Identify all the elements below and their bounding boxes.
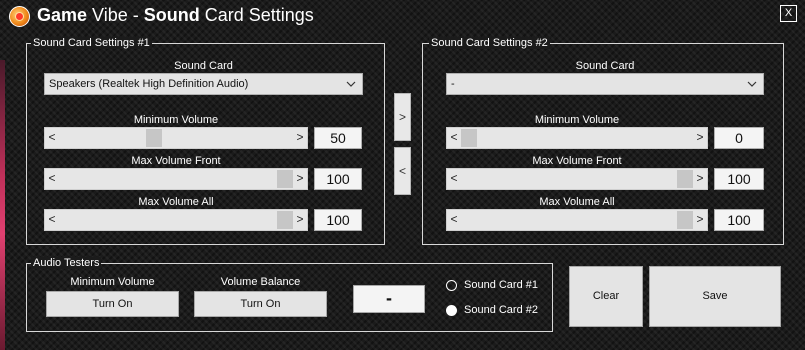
max-volume-all-slider-1[interactable]: < > — [44, 209, 308, 231]
window-edge-strip — [0, 60, 5, 350]
tester-dash-button[interactable]: - — [353, 285, 425, 313]
slider-right-arrow-icon[interactable]: > — [293, 169, 307, 189]
sound-card-select-1[interactable]: Speakers (Realtek High Definition Audio) — [44, 73, 363, 95]
max-volume-front-value-1[interactable]: 100 — [314, 168, 362, 190]
sound-card-select-1-value: Speakers (Realtek High Definition Audio) — [49, 78, 249, 90]
slider-thumb[interactable] — [277, 211, 293, 229]
slider-thumb[interactable] — [277, 170, 293, 188]
chevron-down-icon — [346, 74, 356, 102]
max-volume-front-label-1: Max Volume Front — [131, 155, 221, 167]
close-button[interactable]: X — [780, 5, 797, 22]
min-volume-turn-on-button[interactable]: Turn On — [46, 291, 179, 317]
tester-min-volume-label: Minimum Volume — [70, 276, 155, 288]
max-volume-front-slider-2[interactable]: < > — [446, 168, 708, 190]
sound-card-label-2: Sound Card — [575, 60, 635, 72]
min-volume-label-1: Minimum Volume — [133, 114, 219, 126]
window-title: Game Vibe - Sound Card Settings — [37, 5, 314, 25]
tester-volume-balance-label: Volume Balance — [220, 276, 301, 288]
min-volume-slider-1[interactable]: < > — [44, 127, 308, 149]
slider-left-arrow-icon[interactable]: < — [45, 169, 59, 189]
sound-card-select-2-value: - — [451, 78, 455, 90]
clear-button[interactable]: Clear — [569, 266, 643, 327]
slider-thumb[interactable] — [461, 129, 477, 147]
min-volume-slider-2[interactable]: < > — [446, 127, 708, 149]
slider-left-arrow-icon[interactable]: < — [45, 210, 59, 230]
sound-card-1-radio[interactable] — [446, 280, 457, 291]
slider-left-arrow-icon[interactable]: < — [447, 210, 461, 230]
sound-card-1-radio-label[interactable]: Sound Card #1 — [464, 279, 538, 291]
max-volume-all-slider-2[interactable]: < > — [446, 209, 708, 231]
slider-right-arrow-icon[interactable]: > — [693, 128, 707, 148]
slider-thumb[interactable] — [677, 170, 693, 188]
sound-card-select-2[interactable]: - — [446, 73, 764, 95]
slider-thumb[interactable] — [146, 129, 162, 147]
slider-right-arrow-icon[interactable]: > — [293, 128, 307, 148]
max-volume-all-value-1[interactable]: 100 — [314, 209, 362, 231]
max-volume-front-label-2: Max Volume Front — [532, 155, 622, 167]
slider-right-arrow-icon[interactable]: > — [693, 169, 707, 189]
audio-testers-title: Audio Testers — [31, 257, 102, 269]
copy-right-button[interactable]: > — [394, 93, 411, 141]
group-title-2: Sound Card Settings #2 — [429, 37, 550, 49]
min-volume-value-1[interactable]: 50 — [314, 127, 362, 149]
max-volume-front-slider-1[interactable]: < > — [44, 168, 308, 190]
sound-card-label-1: Sound Card — [174, 60, 233, 72]
save-button[interactable]: Save — [649, 266, 781, 327]
copy-left-button[interactable]: < — [394, 147, 411, 195]
max-volume-all-label-2: Max Volume All — [539, 196, 615, 208]
min-volume-label-2: Minimum Volume — [534, 114, 620, 126]
sound-card-2-radio-label[interactable]: Sound Card #2 — [464, 304, 538, 316]
sound-card-2-radio[interactable] — [446, 305, 457, 316]
slider-thumb[interactable] — [677, 211, 693, 229]
min-volume-value-2[interactable]: 0 — [714, 127, 764, 149]
slider-right-arrow-icon[interactable]: > — [293, 210, 307, 230]
max-volume-front-value-2[interactable]: 100 — [714, 168, 764, 190]
chevron-down-icon — [747, 74, 757, 102]
volume-balance-turn-on-button[interactable]: Turn On — [194, 291, 327, 317]
slider-right-arrow-icon[interactable]: > — [693, 210, 707, 230]
group-title-1: Sound Card Settings #1 — [31, 37, 152, 49]
slider-left-arrow-icon[interactable]: < — [45, 128, 59, 148]
slider-left-arrow-icon[interactable]: < — [447, 128, 461, 148]
slider-left-arrow-icon[interactable]: < — [447, 169, 461, 189]
max-volume-all-label-1: Max Volume All — [138, 196, 214, 208]
max-volume-all-value-2[interactable]: 100 — [714, 209, 764, 231]
app-logo-icon — [9, 6, 30, 27]
